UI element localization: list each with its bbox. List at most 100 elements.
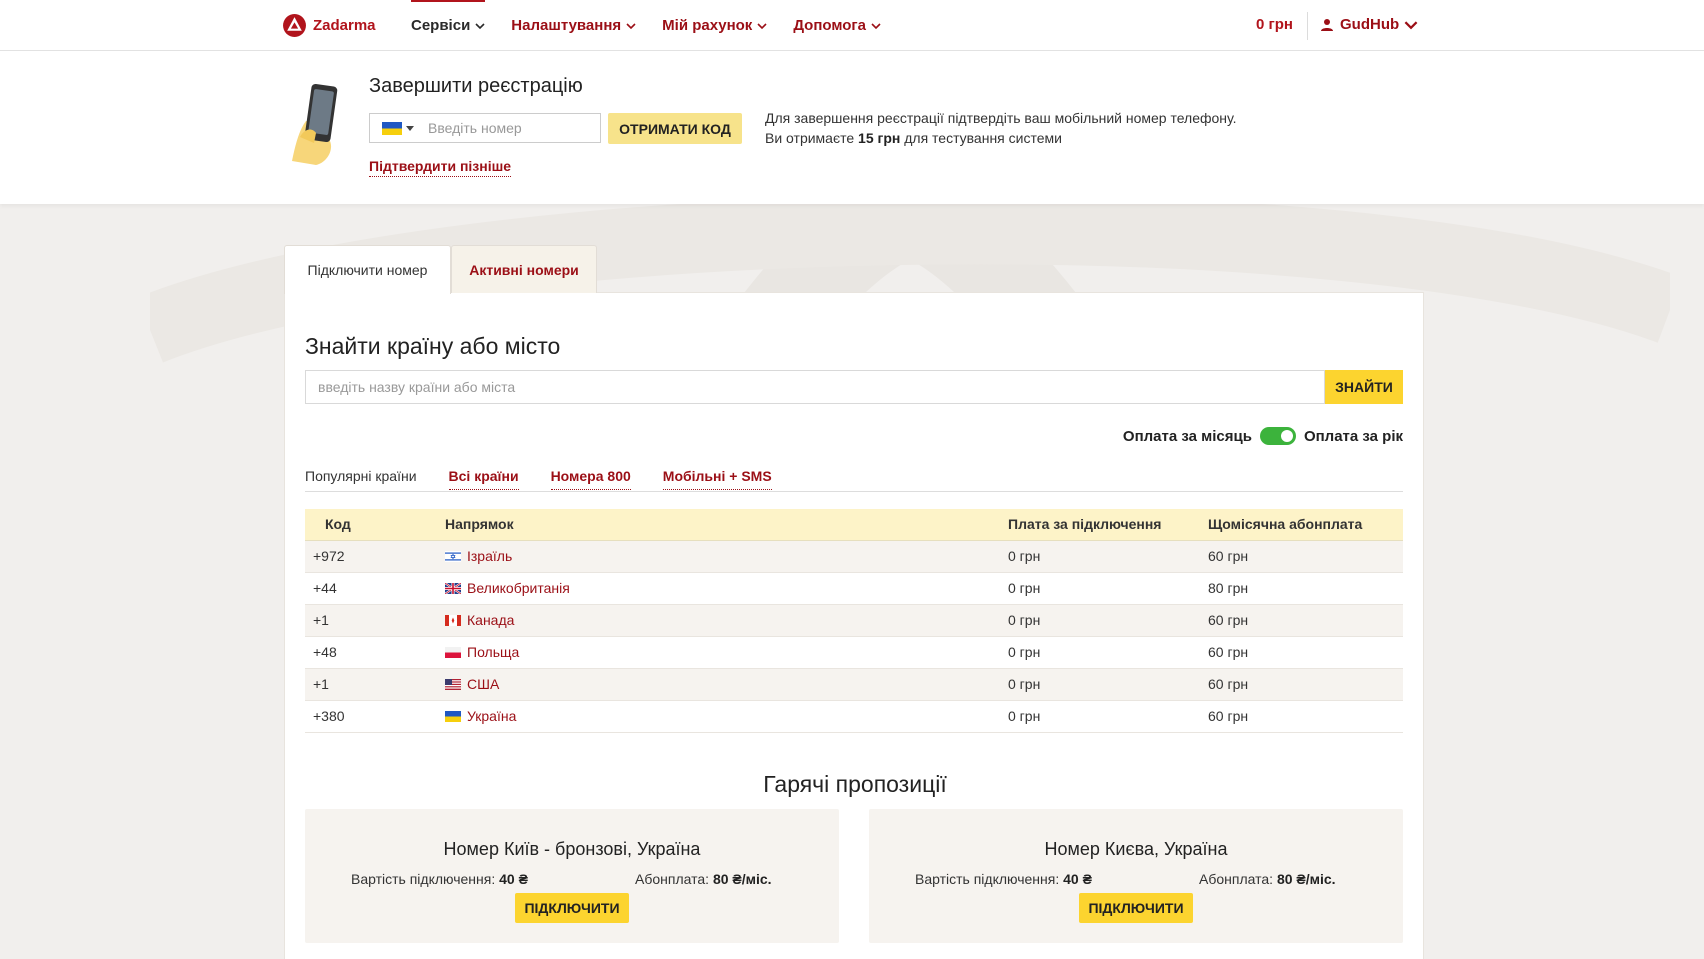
menu-help[interactable]: Допомога bbox=[793, 0, 881, 51]
row-monthly: 60 грн bbox=[1208, 612, 1249, 628]
row-direction: Канада bbox=[445, 604, 1008, 636]
zadarma-logo-icon bbox=[283, 14, 306, 37]
registration-info-line1: Для завершення реєстрації підтвердіть ва… bbox=[765, 110, 1237, 126]
connect-button[interactable]: ПІДКЛЮЧИТИ bbox=[1079, 893, 1193, 923]
table-row: +1 США 0 грн 60 грн bbox=[305, 668, 1403, 700]
row-fee: 0 грн bbox=[1008, 676, 1041, 692]
cost-value: 40 ₴ bbox=[499, 871, 528, 887]
menu-services[interactable]: Сервіси bbox=[411, 0, 486, 51]
row-monthly: 60 грн bbox=[1208, 676, 1249, 692]
header-code: Код bbox=[305, 509, 445, 541]
row-monthly: 60 грн bbox=[1208, 548, 1249, 564]
poland-flag-icon bbox=[445, 646, 461, 658]
header-monthly: Щомісячна абонплата bbox=[1208, 509, 1403, 541]
uk-flag-icon bbox=[445, 582, 461, 594]
offer-subscription: Абонплата: 80 ₴/міс. bbox=[1199, 871, 1336, 887]
payment-switch[interactable] bbox=[1259, 427, 1296, 445]
row-code: +1 bbox=[313, 676, 329, 692]
filter-all-countries[interactable]: Всі країни bbox=[448, 468, 519, 490]
offer-card: Номер Києва, Україна Вартість підключенн… bbox=[869, 809, 1403, 943]
tab-connect-number[interactable]: Підключити номер bbox=[284, 245, 451, 294]
main-menu: Сервіси Налаштування Мій рахунок Допомог… bbox=[411, 0, 907, 51]
chevron-down-icon bbox=[626, 22, 636, 29]
row-code: +380 bbox=[313, 708, 345, 724]
phone-placeholder: Введіть номер bbox=[428, 120, 522, 136]
phone-in-hand-illustration bbox=[292, 83, 338, 165]
hot-offers-title: Гарячі пропозиції bbox=[763, 771, 947, 797]
country-link[interactable]: Канада bbox=[467, 612, 514, 628]
row-code: +972 bbox=[313, 548, 345, 564]
cost-label: Вартість підключення: bbox=[351, 871, 500, 887]
filter-800-numbers[interactable]: Номера 800 bbox=[550, 468, 631, 490]
israel-flag-icon bbox=[445, 550, 461, 562]
country-link[interactable]: Україна bbox=[467, 708, 516, 724]
row-code: +48 bbox=[313, 644, 337, 660]
tab-active-numbers[interactable]: Активні номери bbox=[451, 245, 597, 293]
table-row: +44 Великобританія 0 грн 80 грн bbox=[305, 572, 1403, 604]
sub-label: Абонплата: bbox=[635, 871, 713, 887]
offer-title: Номер Київ - бронзові, Україна bbox=[443, 839, 701, 859]
country-link[interactable]: Польща bbox=[467, 644, 519, 660]
sub-label: Абонплата: bbox=[1199, 871, 1277, 887]
registration-title: Завершити реєстрацію bbox=[369, 75, 583, 97]
row-monthly: 60 грн bbox=[1208, 708, 1249, 724]
row-direction: Польща bbox=[445, 636, 1008, 668]
account-balance[interactable]: 0 грн bbox=[1256, 16, 1293, 33]
ukraine-flag-icon[interactable] bbox=[382, 121, 402, 135]
header-fee: Плата за підключення bbox=[1008, 509, 1208, 541]
row-direction: США bbox=[445, 668, 1008, 700]
zadarma-logo[interactable]: Zadarma bbox=[282, 13, 376, 38]
country-search-input[interactable]: введіть назву країни або міста bbox=[305, 370, 1325, 404]
country-link[interactable]: Ізраїль bbox=[467, 548, 512, 564]
countries-table: Код Напрямок Плата за підключення Щоміся… bbox=[305, 509, 1403, 733]
user-menu[interactable]: GudHub bbox=[1320, 16, 1424, 33]
menu-account[interactable]: Мій рахунок bbox=[662, 0, 767, 51]
canada-flag-icon bbox=[445, 614, 461, 626]
yearly-label[interactable]: Оплата за рік bbox=[1304, 428, 1403, 445]
row-monthly: 80 грн bbox=[1208, 580, 1249, 596]
filter-mobile-sms[interactable]: Мобільні + SMS bbox=[662, 468, 772, 490]
row-direction: Ізраїль bbox=[445, 540, 1008, 572]
row-fee: 0 грн bbox=[1008, 644, 1041, 660]
header-direction: Напрямок bbox=[445, 509, 1008, 541]
row-direction: Україна bbox=[445, 700, 1008, 732]
search-title: Знайти країну або місто bbox=[305, 333, 561, 359]
menu-settings[interactable]: Налаштування bbox=[511, 0, 636, 51]
top-navigation: Zadarma Сервіси Налаштування Мій рахунок… bbox=[0, 0, 1704, 51]
user-icon bbox=[1321, 18, 1333, 31]
number-tabs: Підключити номер Активні номери bbox=[284, 245, 597, 294]
confirm-later-link[interactable]: Підтвердити пізніше bbox=[369, 158, 512, 177]
country-link[interactable]: США bbox=[467, 676, 499, 692]
chevron-down-icon bbox=[757, 22, 767, 29]
row-direction: Великобританія bbox=[445, 572, 1008, 604]
row-monthly: 60 грн bbox=[1208, 644, 1249, 660]
chevron-down-icon bbox=[475, 22, 485, 29]
brand-name: Zadarma bbox=[313, 17, 376, 34]
monthly-label[interactable]: Оплата за місяць bbox=[1123, 428, 1252, 445]
chevron-down-icon bbox=[871, 22, 881, 29]
offer-card: Номер Київ - бронзові, Україна Вартість … bbox=[305, 809, 839, 943]
filter-popular[interactable]: Популярні країни bbox=[305, 468, 417, 490]
registration-banner: Завершити реєстрацію Введіть номер ОТРИМ… bbox=[0, 51, 1704, 204]
row-fee: 0 грн bbox=[1008, 548, 1041, 564]
find-button[interactable]: ЗНАЙТИ bbox=[1325, 370, 1403, 404]
menu-account-label: Мій рахунок bbox=[662, 17, 753, 34]
phone-number-input[interactable]: Введіть номер bbox=[369, 113, 601, 143]
table-row: +380 Україна 0 грн 60 грн bbox=[305, 700, 1403, 732]
offer-connection-cost: Вартість підключення: 40 ₴ bbox=[915, 871, 1092, 887]
connect-button[interactable]: ПІДКЛЮЧИТИ bbox=[515, 893, 629, 923]
offer-connection-cost: Вартість підключення: 40 ₴ bbox=[351, 871, 528, 887]
row-fee: 0 грн bbox=[1008, 612, 1041, 628]
row-code: +44 bbox=[313, 580, 337, 596]
info-amount: 15 грн bbox=[858, 130, 901, 146]
sub-value: 80 ₴/міс. bbox=[1276, 871, 1336, 887]
nav-divider bbox=[1307, 12, 1308, 40]
caret-down-icon[interactable] bbox=[406, 125, 414, 131]
payment-period-toggle: Оплата за місяць Оплата за рік bbox=[1123, 427, 1403, 445]
table-row: +972 Ізраїль 0 грн 60 грн bbox=[305, 540, 1403, 572]
get-code-button[interactable]: ОТРИМАТИ КОД bbox=[608, 113, 742, 144]
country-link[interactable]: Великобританія bbox=[467, 580, 570, 596]
chevron-down-icon bbox=[1404, 20, 1418, 29]
menu-help-label: Допомога bbox=[793, 17, 867, 34]
user-name: GudHub bbox=[1340, 16, 1400, 33]
